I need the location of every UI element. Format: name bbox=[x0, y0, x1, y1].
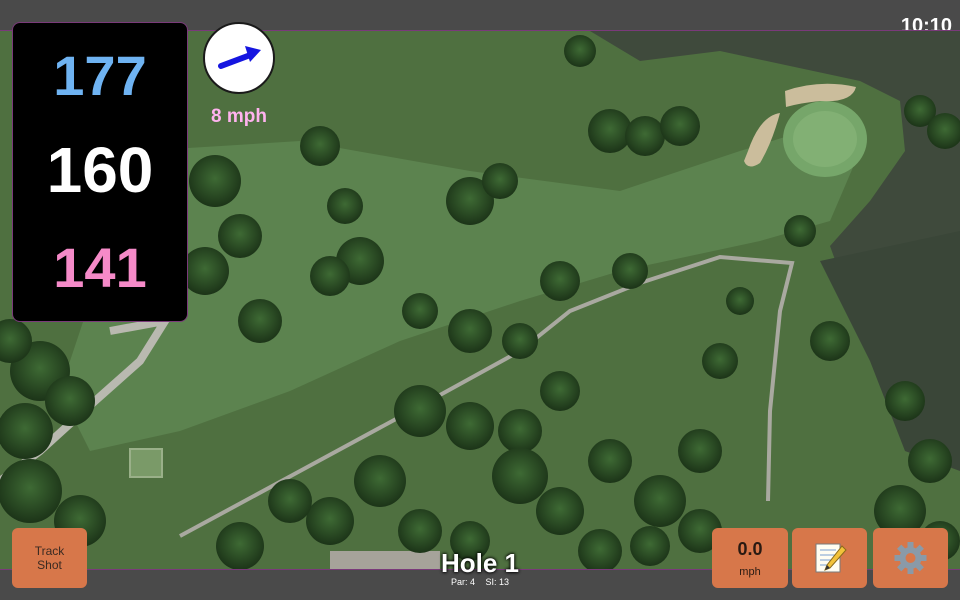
notes-icon bbox=[815, 543, 847, 573]
hole-title: Hole 1 bbox=[440, 548, 520, 578]
wind-indicator bbox=[203, 22, 275, 94]
hole-par: Par: 4 bbox=[450, 577, 475, 587]
track-shot-label-1: Track bbox=[34, 544, 65, 558]
wind-speed: 8 mph bbox=[211, 106, 267, 127]
center-distance: 160 bbox=[46, 134, 154, 206]
speed-value: 0.0 bbox=[737, 539, 763, 559]
front-distance: 141 bbox=[53, 236, 147, 299]
speed-unit: mph bbox=[739, 566, 761, 578]
wind-arrow-icon bbox=[218, 46, 261, 69]
speed-button[interactable]: 0.0 mph bbox=[712, 528, 788, 588]
track-shot-button[interactable]: Track Shot bbox=[12, 528, 87, 588]
settings-button[interactable] bbox=[873, 528, 948, 588]
track-shot-label-2: Shot bbox=[37, 558, 62, 572]
back-distance: 177 bbox=[53, 44, 147, 107]
gear-icon bbox=[894, 542, 927, 574]
distance-panel: 177 160 141 bbox=[12, 22, 188, 322]
notes-button[interactable] bbox=[792, 528, 867, 588]
hole-info: Par: 4 SI: 13 bbox=[380, 577, 580, 587]
hole-stroke-index: SI: 13 bbox=[485, 577, 510, 587]
